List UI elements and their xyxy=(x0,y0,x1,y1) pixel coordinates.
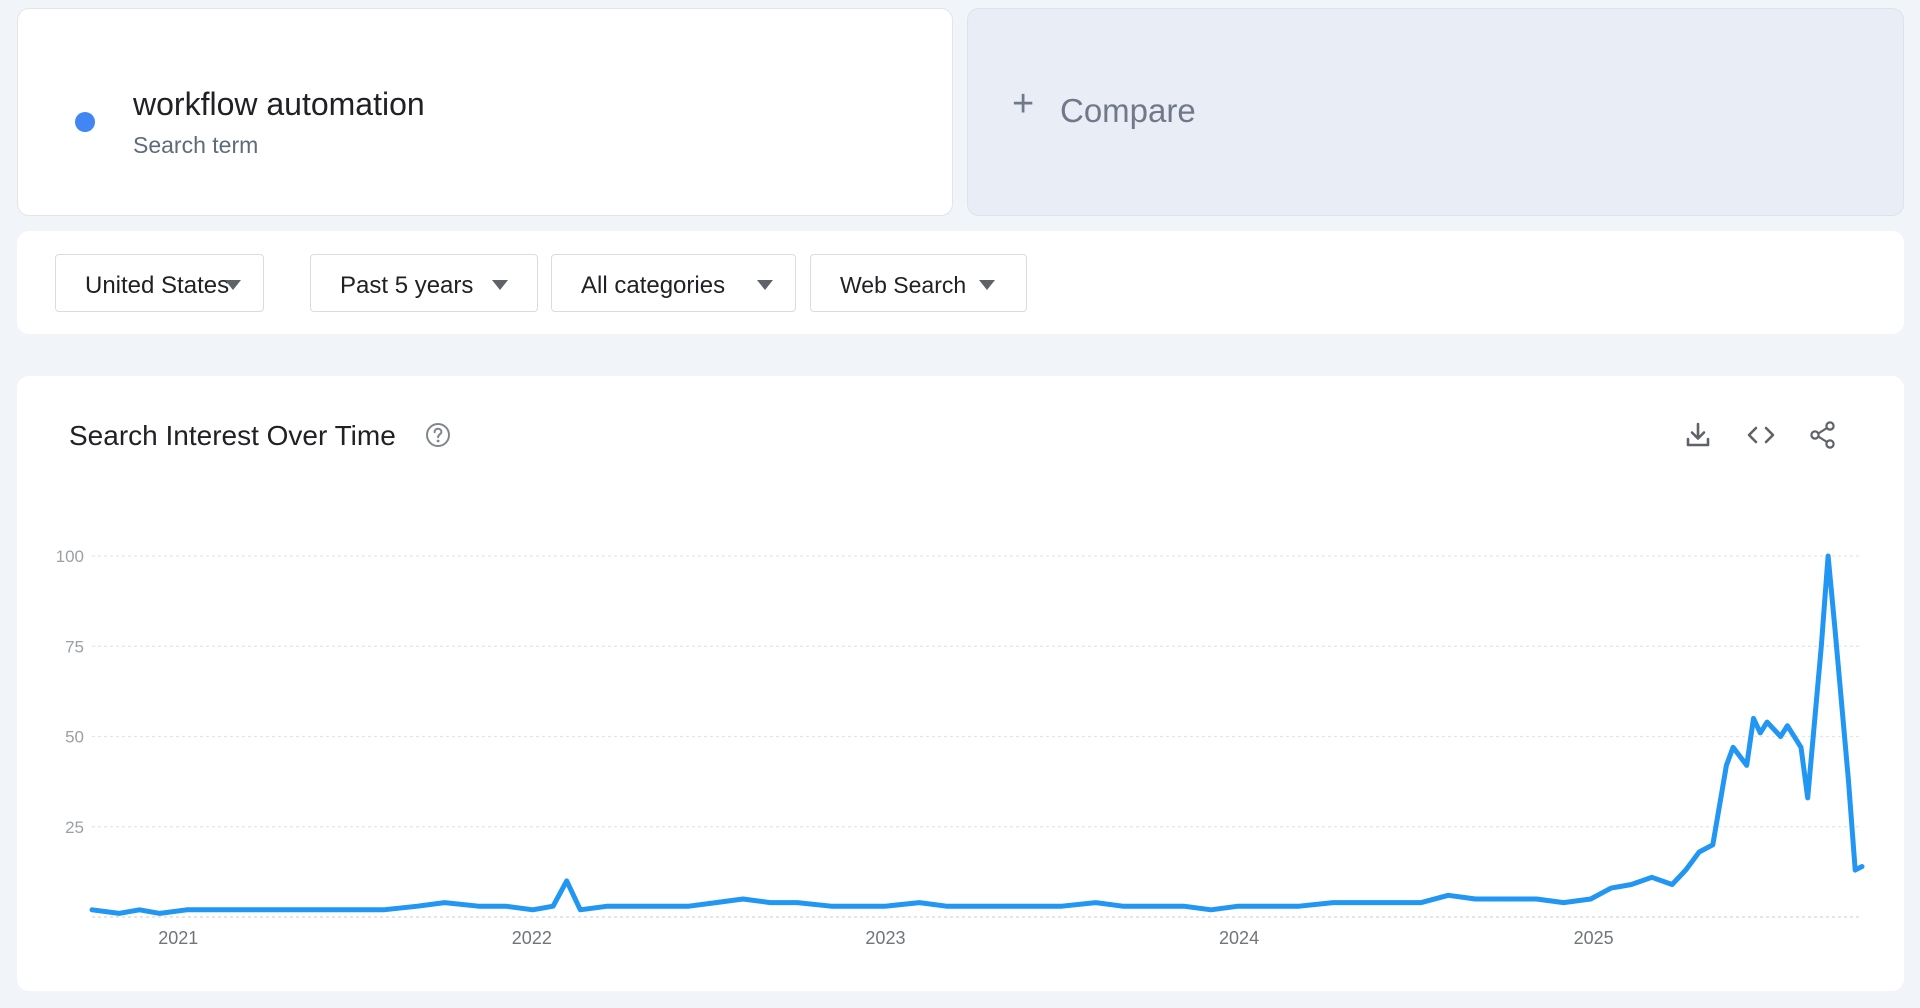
compare-button[interactable]: + Compare xyxy=(967,8,1904,216)
y-tick-label: 50 xyxy=(65,728,84,747)
plus-icon: + xyxy=(1012,83,1035,125)
search-type-dropdown[interactable]: Web Search xyxy=(810,254,1027,312)
search-type-dropdown-label: Web Search xyxy=(840,272,967,298)
caret-down-icon xyxy=(757,280,773,290)
y-tick-label: 25 xyxy=(65,818,84,837)
time-range-dropdown-label: Past 5 years xyxy=(340,272,474,299)
search-term-name[interactable]: workflow automation xyxy=(133,86,425,123)
interest-line-chart: 100 75 50 25 2021 2022 2023 2024 2025 xyxy=(56,547,1865,948)
series-line-workflow-automation xyxy=(89,553,1865,916)
region-dropdown[interactable]: United States xyxy=(55,254,264,312)
region-dropdown-label: United States xyxy=(85,272,230,299)
caret-down-icon xyxy=(225,280,241,290)
y-tick-label: 100 xyxy=(56,547,84,566)
time-range-dropdown[interactable]: Past 5 years xyxy=(310,254,538,312)
interest-over-time-panel: Search Interest Over Time 100 75 50 25 2021 2… xyxy=(17,376,1904,991)
category-dropdown[interactable]: All categories xyxy=(551,254,796,312)
x-tick-label: 2023 xyxy=(865,928,905,948)
x-tick-label: 2021 xyxy=(158,928,198,948)
term-color-dot xyxy=(75,112,95,132)
x-tick-label: 2022 xyxy=(512,928,552,948)
filter-bar: United States Past 5 years All categorie… xyxy=(17,231,1904,334)
search-term-card[interactable]: workflow automation Search term xyxy=(17,8,953,216)
y-tick-label: 75 xyxy=(65,637,84,656)
compare-label: Compare xyxy=(1060,92,1196,129)
category-dropdown-label: All categories xyxy=(581,272,726,299)
x-tick-label: 2025 xyxy=(1574,928,1614,948)
x-tick-label: 2024 xyxy=(1219,928,1259,948)
caret-down-icon xyxy=(492,280,508,290)
caret-down-icon xyxy=(979,280,995,290)
search-term-type: Search term xyxy=(133,132,259,158)
